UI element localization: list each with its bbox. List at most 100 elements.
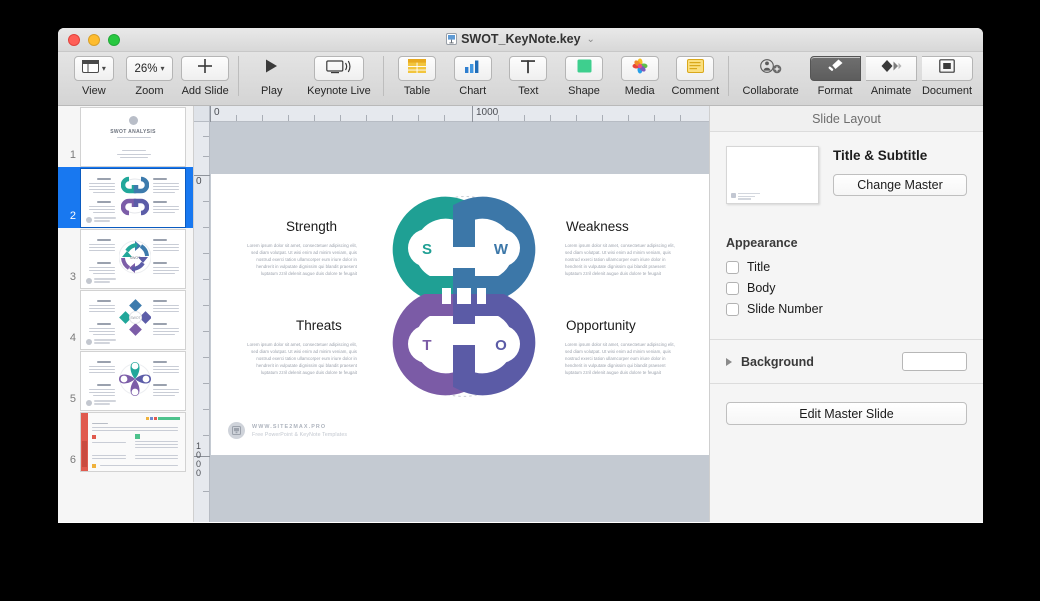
collaborate-person-add-icon xyxy=(760,58,782,79)
quadrant-heading-weakness: Weakness xyxy=(566,219,629,234)
table-grid-icon xyxy=(408,59,426,78)
chevron-down-icon: ▾ xyxy=(160,64,164,73)
keynote-document-icon xyxy=(446,33,457,45)
checkbox-body-label: Body xyxy=(747,281,776,295)
footer-text: WWW.SITE2MAX.PRO Free PowerPoint & KeyNo… xyxy=(252,424,347,438)
display-broadcast-icon xyxy=(326,59,352,79)
play-triangle-icon xyxy=(264,58,279,79)
toolbar-zoom-control[interactable]: 26% ▾ Zoom xyxy=(122,56,178,97)
slide-number: 5 xyxy=(60,393,76,405)
diamond-animate-icon xyxy=(880,59,902,78)
master-slide-thumbnail[interactable] xyxy=(726,146,819,204)
navigator-slide-5[interactable]: 5 xyxy=(58,350,193,411)
disclosure-triangle-right-icon[interactable] xyxy=(726,358,732,366)
window-body: 1 SWOT ANALYSIS 2 xyxy=(58,106,983,522)
inspector-tab-group: Format Animate xyxy=(807,56,975,97)
format-inspector-panel: Slide Layout Title & Subtitle Change Mas… xyxy=(709,106,983,522)
master-slide-name: Title & Subtitle xyxy=(833,148,967,163)
tab-format[interactable]: Format xyxy=(807,56,863,97)
slide-thumbnail: SWOT xyxy=(80,290,186,350)
ruler-v-label-1000: 1000 xyxy=(196,442,208,478)
tab-document-label: Document xyxy=(922,85,972,97)
title-chevron-down-icon[interactable]: ⌄ xyxy=(587,34,595,45)
vertical-ruler[interactable]: 0 1000 xyxy=(194,106,210,522)
background-color-swatch[interactable] xyxy=(902,352,967,371)
slide-thumbnail xyxy=(80,412,186,472)
swot-loop-diagram: S W T O xyxy=(379,192,549,400)
slide-thumbnail: SWOT xyxy=(80,229,186,289)
quadrant-heading-threats: Threats xyxy=(296,318,342,333)
toolbar-table-button[interactable]: Table xyxy=(389,56,445,97)
toolbar-zoom-label: Zoom xyxy=(135,85,163,97)
background-section[interactable]: Background xyxy=(710,340,983,384)
quadrant-body-weakness: Lorem ipsum dolor sit amet, consectetuer… xyxy=(565,242,679,277)
slide-thumbnail: SWOT ANALYSIS xyxy=(80,107,186,167)
toolbar-shape-button[interactable]: Shape xyxy=(556,56,612,97)
toolbar-keynote-live-button[interactable]: Keynote Live xyxy=(300,56,379,97)
toolbar-view-label: View xyxy=(82,85,106,97)
slide-number: 4 xyxy=(60,332,76,344)
site2max-logo-icon xyxy=(228,422,245,439)
keynote-window: SWOT_KeyNote.key ⌄ ▾ View 26% ▾ xyxy=(58,28,983,523)
toolbar-text-button[interactable]: Text xyxy=(501,56,557,97)
toolbar-collaborate-label: Collaborate xyxy=(742,85,798,97)
toolbar-collaborate-button[interactable]: Collaborate xyxy=(734,56,807,97)
footer-site: WWW.SITE2MAX.PRO xyxy=(252,424,347,430)
toolbar-divider xyxy=(728,56,729,96)
navigator-slide-1[interactable]: 1 SWOT ANALYSIS xyxy=(58,106,193,167)
tab-document[interactable]: Document xyxy=(919,56,975,97)
quadrant-body-strength: Lorem ipsum dolor sit amet, consectetuer… xyxy=(243,242,357,277)
toolbar-divider xyxy=(383,56,384,96)
toolbar-play-label: Play xyxy=(261,85,282,97)
background-label: Background xyxy=(741,355,902,369)
slide-canvas-area[interactable]: 0 1000 xyxy=(194,106,709,522)
window-titlebar: SWOT_KeyNote.key ⌄ xyxy=(58,28,983,52)
toolbar-chart-label: Chart xyxy=(459,85,486,97)
quadrant-body-opportunity: Lorem ipsum dolor sit amet, consectetuer… xyxy=(565,341,679,376)
toolbar-add-slide-button[interactable]: Add Slide xyxy=(177,56,233,97)
tab-animate[interactable]: Animate xyxy=(863,56,919,97)
toolbar-view-button[interactable]: ▾ View xyxy=(66,56,122,97)
slide-number: 1 xyxy=(60,149,76,161)
navigator-slide-4[interactable]: 4 xyxy=(58,289,193,350)
toolbar-add-slide-label: Add Slide xyxy=(182,85,229,97)
checkbox-title-label: Title xyxy=(747,260,770,274)
document-title[interactable]: SWOT_KeyNote.key ⌄ xyxy=(58,32,983,46)
toolbar-text-label: Text xyxy=(518,85,538,97)
navigator-slide-6[interactable]: 6 xyxy=(58,411,193,472)
toolbar-media-label: Media xyxy=(625,85,655,97)
slide-number: 2 xyxy=(60,210,76,222)
checkbox-slide-number[interactable] xyxy=(726,303,739,316)
document-square-icon xyxy=(939,59,955,78)
master-slide-section: Title & Subtitle Change Master xyxy=(710,132,983,222)
change-master-button[interactable]: Change Master xyxy=(833,174,967,196)
navigator-slide-3[interactable]: 3 xyxy=(58,228,193,289)
checkbox-row-body[interactable]: Body xyxy=(726,281,967,295)
slide-thumbnail xyxy=(80,168,186,228)
toolbar-shape-label: Shape xyxy=(568,85,600,97)
navigator-slide-2[interactable]: 2 xyxy=(58,167,193,228)
svg-text:O: O xyxy=(495,337,507,354)
document-title-text: SWOT_KeyNote.key xyxy=(461,32,580,46)
checkbox-row-slide-number[interactable]: Slide Number xyxy=(726,302,967,316)
toolbar-comment-button[interactable]: Comment xyxy=(668,56,724,97)
slide-footer: WWW.SITE2MAX.PRO Free PowerPoint & KeyNo… xyxy=(228,422,347,439)
edit-master-slide-button[interactable]: Edit Master Slide xyxy=(726,402,967,425)
current-slide[interactable]: Strength Weakness Threats Opportunity Lo… xyxy=(211,174,709,455)
svg-text:T: T xyxy=(422,337,431,354)
zoom-level-value: 26% xyxy=(134,63,157,75)
tab-animate-label: Animate xyxy=(871,85,911,97)
checkbox-title[interactable] xyxy=(726,261,739,274)
toolbar-media-button[interactable]: Media xyxy=(612,56,668,97)
slide-thumbnail xyxy=(80,351,186,411)
thumb-title-text: SWOT ANALYSIS xyxy=(81,129,185,135)
checkbox-row-title[interactable]: Title xyxy=(726,260,967,274)
checkbox-body[interactable] xyxy=(726,282,739,295)
appearance-heading: Appearance xyxy=(726,236,967,250)
svg-text:SWOT: SWOT xyxy=(130,256,142,260)
toolbar-play-button[interactable]: Play xyxy=(244,56,300,97)
slide-navigator[interactable]: 1 SWOT ANALYSIS 2 xyxy=(58,106,194,522)
toolbar-chart-button[interactable]: Chart xyxy=(445,56,501,97)
edit-master-section: Edit Master Slide xyxy=(710,384,983,443)
horizontal-ruler[interactable]: 0 1000 xyxy=(194,106,709,122)
